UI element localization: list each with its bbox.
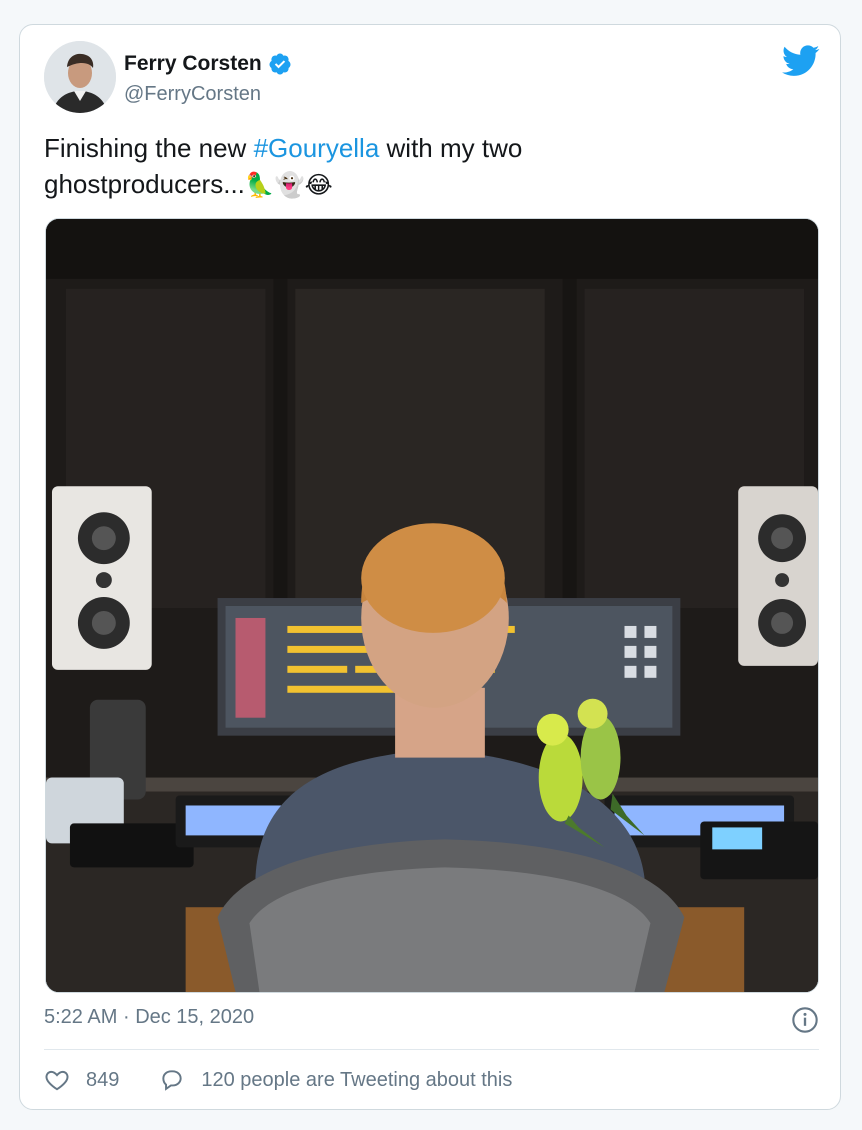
author-name[interactable]: Ferry Corsten [124,52,262,76]
laughing-emoji: 😂 [304,172,333,199]
tweet-actions: 849 120 people are Tweeting about this [44,1067,512,1093]
heart-icon [45,1070,69,1091]
divider [44,1049,819,1050]
tweet-text-start: Finishing the new [44,133,254,163]
avatar[interactable] [44,41,116,113]
like-button[interactable]: 849 [44,1067,119,1093]
tweet-card[interactable]: Ferry Corsten @FerryCorsten Finishing th… [19,24,841,1110]
tweet-time: 5:22 AM [44,1006,118,1028]
speech-bubble-icon [162,1070,183,1091]
tweet-text-line1-end: with my two [379,133,523,163]
tweeting-about-text: 120 people are Tweeting about this [201,1068,513,1091]
tweet-photo[interactable] [45,218,819,993]
tweet-text: Finishing the new #Gouryella with my two… [44,130,814,204]
verified-badge-icon [269,53,291,75]
info-icon[interactable] [791,1006,819,1034]
twitter-bird-icon[interactable] [782,45,820,77]
tweet-timestamp[interactable]: 5:22 AM · Dec 15, 2020 [44,1006,254,1029]
reply-button[interactable]: 120 people are Tweeting about this [159,1067,512,1093]
timestamp-separator: · [122,1006,130,1028]
ghost-emoji: 👻 [274,172,305,199]
tweet-date: Dec 15, 2020 [135,1006,255,1028]
like-count: 849 [86,1068,120,1091]
parrot-emoji: 🦜 [244,172,275,199]
hashtag-link[interactable]: #Gouryella [254,133,380,163]
tweet-text-line2: ghostproducers... [44,169,245,199]
author-handle[interactable]: @FerryCorsten [124,83,261,106]
